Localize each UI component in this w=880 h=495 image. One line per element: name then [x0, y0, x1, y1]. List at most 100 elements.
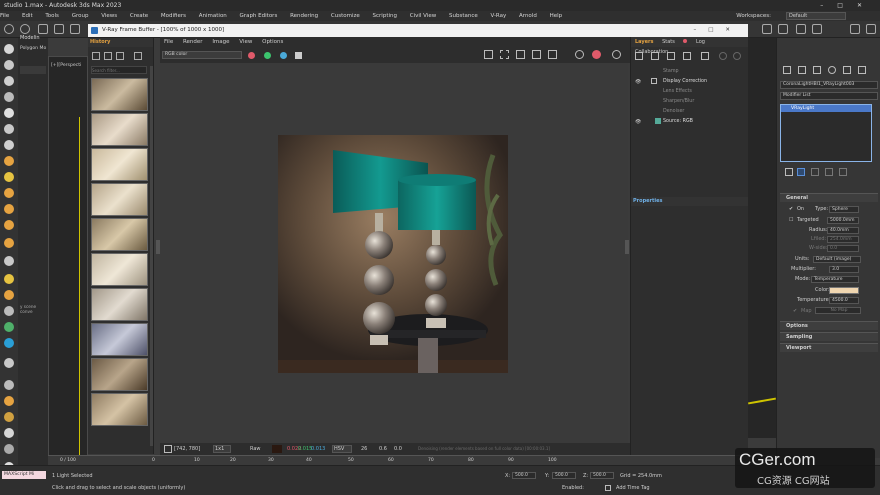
image-info-icon[interactable]: [164, 445, 172, 453]
maxscript-listener[interactable]: MAXScript Mi: [2, 471, 46, 479]
eye-icon[interactable]: 👁: [635, 78, 641, 87]
color-space-select[interactable]: HSV: [332, 445, 352, 453]
menu-graph-editors[interactable]: Graph Editors: [240, 13, 278, 19]
cut-icon[interactable]: [4, 124, 14, 134]
wave-icon[interactable]: [4, 358, 14, 368]
history-scrollbar[interactable]: [150, 66, 153, 446]
right-viewport[interactable]: [748, 38, 776, 438]
tab-layers[interactable]: Layers: [635, 39, 654, 45]
link-icon[interactable]: [38, 24, 48, 34]
menu-group[interactable]: Group: [72, 13, 89, 19]
help-icon[interactable]: [866, 24, 876, 34]
eye-icon[interactable]: 👁: [635, 118, 641, 127]
sun-icon[interactable]: [4, 172, 14, 182]
gear-icon[interactable]: [4, 108, 14, 118]
type-select[interactable]: Sphere: [829, 206, 859, 213]
vfb-menu-render[interactable]: Render: [183, 39, 203, 45]
undo-icon[interactable]: [4, 24, 14, 34]
on-checkbox[interactable]: ✔: [789, 206, 793, 212]
menu-customize[interactable]: Customize: [331, 13, 360, 19]
u-size-field[interactable]: 254.0mm: [827, 236, 859, 243]
menu-substance[interactable]: Substance: [449, 13, 478, 19]
menu-animation[interactable]: Animation: [199, 13, 227, 19]
color-swatch[interactable]: [829, 287, 859, 294]
create-tab-icon[interactable]: [783, 66, 791, 74]
menu-help[interactable]: Help: [550, 13, 563, 19]
menu-file[interactable]: File: [0, 13, 9, 19]
units-select[interactable]: Default (image): [813, 256, 861, 263]
window-controls[interactable]: –□✕: [820, 0, 876, 11]
history-thumbnail[interactable]: [91, 148, 148, 181]
proxy-icon[interactable]: [4, 444, 14, 454]
time-tag-icon[interactable]: [605, 485, 611, 491]
dome-light-icon[interactable]: [4, 188, 14, 198]
make-unique-icon[interactable]: [811, 168, 819, 176]
z-coordinate-field[interactable]: 500.0: [590, 472, 614, 479]
vfb-menu-view[interactable]: View: [239, 39, 252, 45]
object-name-field[interactable]: CoronaLightHBl1_VRayLight003: [780, 81, 878, 89]
add-time-tag[interactable]: Add Time Tag: [616, 485, 650, 491]
modify-tab-icon[interactable]: [798, 66, 806, 74]
layer-item[interactable]: Sharpen/Blur: [633, 97, 745, 106]
rollout-sampling[interactable]: Sampling: [780, 332, 878, 341]
sphere-light-icon[interactable]: [4, 220, 14, 230]
undo-layer-icon[interactable]: [719, 52, 727, 60]
menu-modifiers[interactable]: Modifiers: [161, 13, 186, 19]
region-render-icon[interactable]: [500, 50, 509, 59]
menu-rendering[interactable]: Rendering: [290, 13, 318, 19]
history-ab-icon[interactable]: [116, 52, 124, 60]
save-layers-icon[interactable]: [651, 52, 659, 60]
bulb-icon[interactable]: [4, 204, 14, 214]
y-coordinate-field[interactable]: 500.0: [552, 472, 576, 479]
menu-arnold[interactable]: Arnold: [519, 13, 537, 19]
teapot-render-icon[interactable]: [612, 50, 621, 59]
vray-icon[interactable]: [812, 24, 822, 34]
dots-icon[interactable]: [4, 396, 14, 406]
alpha-channel-icon[interactable]: [295, 52, 302, 59]
menu-tools[interactable]: Tools: [45, 13, 59, 19]
tab-stats[interactable]: Stats: [662, 39, 675, 45]
vfb-window-controls[interactable]: –□✕: [693, 24, 742, 37]
redo-icon[interactable]: [20, 24, 30, 34]
channel-select[interactable]: RGB color: [162, 51, 242, 59]
refresh-icon[interactable]: [575, 50, 584, 59]
redo-layer-icon[interactable]: [733, 52, 741, 60]
layer-checkbox-icon[interactable]: [651, 78, 657, 84]
workspace-dropdown[interactable]: Default: [786, 12, 846, 20]
menu-scripting[interactable]: Scripting: [373, 13, 397, 19]
track-mouse-icon[interactable]: [516, 50, 525, 59]
save-image-icon[interactable]: [484, 50, 493, 59]
multiplier-field[interactable]: 3.0: [829, 266, 859, 273]
camera-icon[interactable]: [4, 76, 14, 86]
modifier-stack[interactable]: VRayLight: [780, 104, 872, 162]
temperature-field[interactable]: 4500.0: [829, 297, 859, 304]
history-splitter[interactable]: [156, 240, 160, 254]
timeline[interactable]: 0 / 100 0 10 20 30 40 50 60 70 80 90 100: [48, 455, 776, 465]
layers-splitter[interactable]: [625, 240, 629, 254]
targeted-checkbox[interactable]: ☐: [789, 217, 793, 223]
length-field[interactable]: 5000.0mm: [827, 217, 859, 224]
history-thumbnail[interactable]: [91, 183, 148, 216]
unlink-icon[interactable]: [54, 24, 64, 34]
red-channel-icon[interactable]: [248, 52, 255, 59]
teapot-icon[interactable]: [4, 44, 14, 54]
flash-icon[interactable]: [4, 274, 14, 284]
tab-polygon-modeling[interactable]: Polygon Mo: [20, 46, 48, 51]
history-thumbnail[interactable]: [91, 393, 148, 426]
menu-edit[interactable]: Edit: [22, 13, 33, 19]
shade-icon[interactable]: [4, 412, 14, 422]
blue-channel-icon[interactable]: [280, 52, 287, 59]
display-tab-icon[interactable]: [843, 66, 851, 74]
configure-sets-icon[interactable]: [839, 168, 847, 176]
history-thumbnail[interactable]: [91, 218, 148, 251]
layer-item[interactable]: Stamp: [633, 67, 745, 76]
viewport-label[interactable]: [+][Perspecti: [51, 63, 81, 68]
zoom-select[interactable]: 1x1: [213, 445, 231, 453]
pin-stack-icon[interactable]: [785, 168, 793, 176]
green-channel-icon[interactable]: [264, 52, 271, 59]
layer-item[interactable]: Denoiser: [633, 107, 745, 116]
stack-icon[interactable]: [4, 140, 14, 150]
x-coordinate-field[interactable]: 500.0: [512, 472, 536, 479]
history-thumbnail[interactable]: [91, 323, 148, 356]
fur-icon[interactable]: [4, 256, 14, 266]
